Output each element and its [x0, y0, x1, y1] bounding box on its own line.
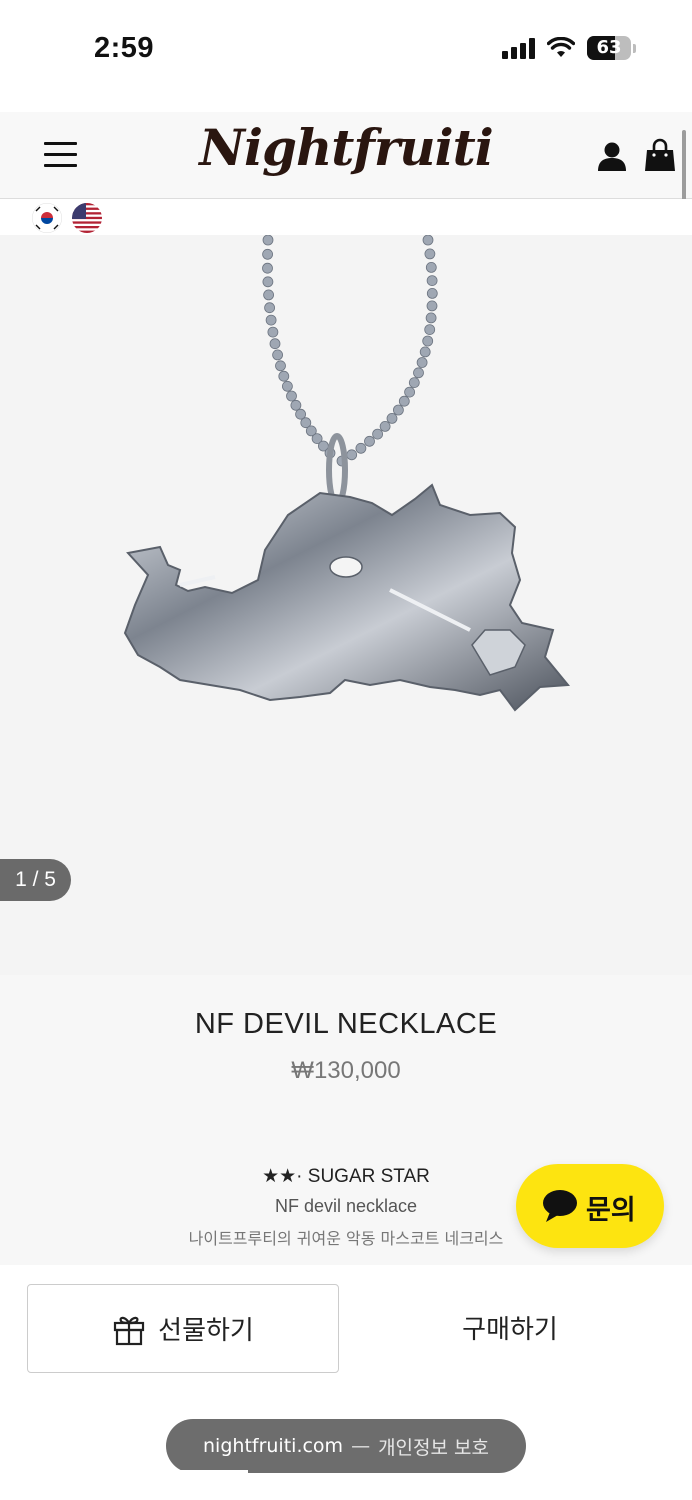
chain-bead — [425, 262, 437, 273]
chain-bead — [422, 335, 434, 347]
wifi-icon — [547, 37, 575, 57]
chain-bead — [379, 420, 391, 432]
status-time: 2:59 — [94, 32, 155, 64]
chain-bead — [392, 404, 404, 416]
chain-bead — [422, 235, 434, 246]
chain-bead — [263, 289, 275, 301]
image-counter: 1 / 5 — [0, 859, 71, 901]
chain-bead — [281, 380, 293, 392]
chain-bead — [278, 370, 290, 382]
korean-flag-icon[interactable] — [32, 203, 62, 233]
battery-icon: 63 — [587, 36, 631, 60]
browser-address-bar[interactable]: nightfruiti.com — 개인정보 보호 — [166, 1419, 526, 1473]
chain-bead — [426, 275, 438, 286]
chain-bead — [272, 349, 284, 361]
chain-bead — [426, 300, 438, 312]
chain-bead — [404, 386, 416, 398]
language-selector — [0, 199, 692, 235]
chain-bead — [265, 314, 277, 326]
battery-level: 63 — [596, 37, 622, 58]
cellular-signal-icon — [502, 37, 535, 59]
devil-pendant — [123, 483, 571, 712]
chain-bead — [262, 248, 274, 260]
chain-bead — [413, 367, 424, 379]
chain-bead — [426, 288, 438, 299]
buy-button-label: 구매하기 — [462, 1315, 558, 1345]
chain-bead — [424, 248, 436, 260]
chain-bead — [346, 449, 358, 461]
product-image — [123, 235, 571, 712]
product-price: ₩130,000 — [291, 1057, 401, 1084]
gift-button[interactable]: 선물하기 — [27, 1284, 339, 1373]
inquiry-chat-button[interactable]: 문의 — [516, 1164, 664, 1248]
chain-bead — [408, 377, 420, 389]
product-image-gallery[interactable]: 1 / 5 — [0, 235, 692, 975]
privacy-label: 개인정보 보호 — [378, 1436, 489, 1459]
chain-bead — [372, 428, 384, 440]
chain-bead — [424, 324, 436, 335]
product-info: NF DEVIL NECKLACE ₩130,000 — [0, 1008, 692, 1085]
shopping-bag-icon[interactable] — [644, 138, 676, 172]
chain-bead — [419, 346, 431, 358]
brand-logo[interactable]: Nightfruiti — [0, 118, 692, 177]
chat-bubble-icon — [543, 1190, 577, 1222]
inquiry-label: 문의 — [586, 1195, 636, 1226]
us-flag-icon[interactable] — [72, 203, 102, 233]
chain-bead — [416, 357, 428, 368]
chain-bead — [267, 326, 279, 338]
chain-bead — [355, 442, 367, 454]
chain-bead — [364, 435, 375, 447]
buy-button[interactable]: 구매하기 — [360, 1284, 660, 1371]
chain-bead — [262, 276, 274, 288]
url-domain: nightfruiti.com — [203, 1435, 344, 1457]
chain-bead — [425, 312, 437, 324]
battery-cap — [633, 43, 636, 53]
chain-bead — [262, 262, 273, 274]
page-load-progress — [166, 1470, 248, 1473]
chain-bead — [386, 412, 398, 424]
chain-bead — [286, 390, 297, 402]
chain-bead — [264, 302, 276, 314]
chain — [262, 235, 438, 467]
gift-icon — [114, 1316, 145, 1345]
status-icons: 63 — [502, 36, 636, 60]
user-icon[interactable] — [596, 140, 628, 172]
gift-button-label: 선물하기 — [158, 1316, 254, 1346]
chain-bead — [398, 395, 410, 407]
url-separator: — — [351, 1435, 371, 1457]
product-name: NF DEVIL NECKLACE — [194, 1008, 498, 1040]
chain-bead — [269, 338, 281, 350]
chain-bead — [290, 399, 302, 411]
site-header: Nightfruiti — [0, 112, 692, 199]
status-bar: 2:59 63 — [0, 0, 692, 112]
chain-bead — [275, 360, 286, 372]
chain-bead — [262, 235, 274, 246]
